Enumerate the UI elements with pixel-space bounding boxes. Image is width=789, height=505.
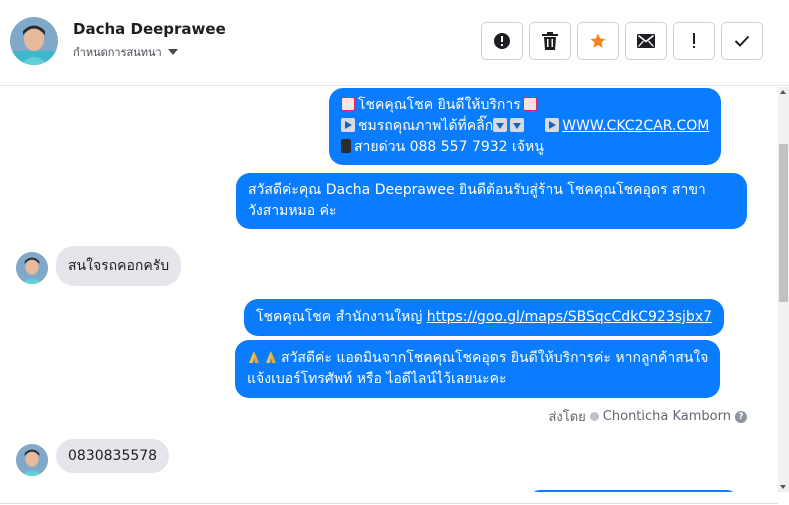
down-arrow-emoji-icon (493, 118, 508, 132)
message-line: โชคคุณโชค ยินดีให้บริการ (341, 95, 709, 116)
praying-hands-emoji-icon (264, 350, 278, 364)
phone-emoji-icon (341, 139, 351, 153)
contact-avatar[interactable] (10, 17, 58, 65)
scroll-down-arrow-icon[interactable] (780, 485, 786, 489)
mail-button[interactable] (625, 22, 667, 60)
website-link[interactable]: WWW.CKC2CAR.COM (562, 118, 709, 134)
alert-button[interactable] (481, 22, 523, 60)
contact-avatar (16, 252, 48, 284)
scroll-up-arrow-icon[interactable] (780, 90, 786, 94)
delete-button[interactable] (529, 22, 571, 60)
help-icon[interactable]: ? (735, 410, 747, 423)
conversation-status-dropdown[interactable]: กำหนดการสนทนา (73, 43, 178, 61)
message-outgoing[interactable]: โชคคุณโชค ยินดีให้บริการ ชมรถคุณภาพได้ที… (329, 88, 722, 165)
praying-hands-emoji-icon (247, 350, 261, 364)
check-icon (734, 35, 750, 47)
page-icon (589, 412, 599, 421)
message-line: สวัสดีค่ะ แอดมินจากโชคคุณโชคอุดร ยินดีให… (247, 348, 708, 369)
message-outgoing[interactable]: โชคคุณโชค สำนักงานใหญ่ https://goo.gl/ma… (244, 299, 725, 336)
star-button[interactable] (577, 22, 619, 60)
exclamation-icon (693, 33, 695, 48)
mail-icon (637, 34, 655, 48)
conversation-status-label: กำหนดการสนทนา (73, 46, 162, 59)
contact-name: Dacha Deeprawee (73, 20, 226, 38)
play-emoji-icon (341, 118, 355, 132)
message-outgoing-partial (530, 490, 737, 492)
message-line: สายด่วน 088 557 7932 เจ้หนู (341, 137, 709, 158)
play-emoji-icon (545, 118, 560, 132)
caret-down-icon (167, 49, 178, 55)
mark-important-button[interactable] (673, 22, 715, 60)
alert-circle-icon (494, 33, 510, 49)
star-icon (590, 33, 606, 48)
message-outgoing[interactable]: สวัสดีค่ะ แอดมินจากโชคคุณโชคอุดร ยินดีให… (235, 340, 721, 398)
conversation-toolbar (481, 22, 763, 60)
conversation-header: Dacha Deeprawee กำหนดการสนทนา (0, 0, 789, 86)
maps-link[interactable]: https://goo.gl/maps/SBSqcCdkC923sjbx7 (427, 309, 712, 325)
envelope-emoji-icon (341, 97, 355, 111)
mark-done-button[interactable] (721, 22, 763, 60)
message-incoming[interactable]: 0830835578 (56, 439, 170, 473)
message-thread[interactable]: โชคคุณโชค ยินดีให้บริการ ชมรถคุณภาพได้ที… (0, 87, 778, 492)
message-outgoing[interactable]: สวัสดีค่ะคุณ Dacha Deeprawee ยินดีต้อนรั… (236, 173, 747, 229)
message-line: ชมรถคุณภาพได้ที่คลิ๊ก WWW.CKC2CAR.COM (341, 116, 709, 137)
trash-icon (542, 32, 558, 50)
divider (0, 503, 778, 504)
down-arrow-emoji-icon (510, 118, 525, 132)
sender-name[interactable]: Chonticha Kamborn (603, 409, 731, 424)
contact-avatar (16, 444, 48, 476)
scrollbar-thumb[interactable] (779, 144, 788, 302)
envelope-emoji-icon (522, 97, 537, 111)
message-incoming[interactable]: สนใจรถคอกครับ (56, 246, 182, 286)
chat-scrollbar[interactable] (778, 87, 789, 492)
sent-by-info: ส่งโดย Chonticha Kamborn ? (548, 406, 747, 427)
